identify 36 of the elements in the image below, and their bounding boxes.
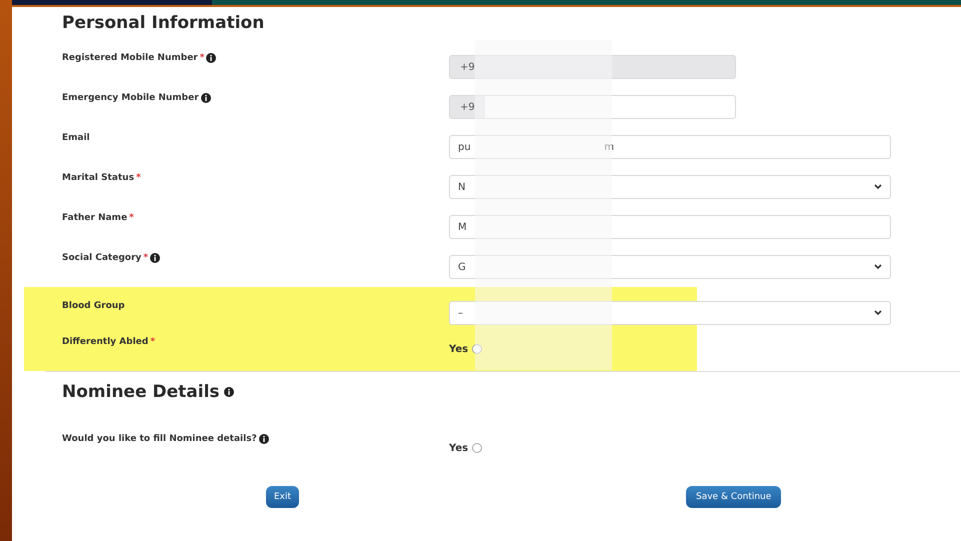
required-mark: *: [150, 337, 156, 347]
select-field[interactable]: –: [449, 301, 891, 325]
info-icon: [224, 387, 234, 397]
field-label: Email: [62, 133, 90, 143]
caret-icon: [874, 264, 882, 270]
field-label: Social Category: [62, 253, 142, 263]
info-icon: [206, 53, 216, 63]
text-field[interactable]: pu m: [449, 135, 891, 159]
radio-label: Yes: [449, 344, 468, 354]
phone-field[interactable]: +9: [449, 95, 736, 119]
field-label: Marital Status: [62, 173, 134, 183]
required-mark: *: [129, 213, 134, 223]
caret-icon: [874, 310, 882, 316]
info-icon: [150, 253, 160, 263]
field-label: Father Name: [62, 213, 128, 223]
exit-button[interactable]: Exit: [266, 486, 300, 508]
section-title: Nominee Details: [62, 382, 220, 402]
field-label: Emergency Mobile Number: [62, 93, 199, 103]
caret-icon: [874, 184, 882, 190]
required-mark: *: [200, 53, 204, 63]
section-title: Personal Information: [62, 13, 264, 33]
required-mark: *: [143, 253, 148, 263]
info-icon: [258, 434, 269, 444]
field-label: Would you like to fill Nominee details?: [62, 434, 257, 444]
field-label: Blood Group: [62, 301, 125, 311]
radio-button[interactable]: [472, 443, 482, 453]
select-field[interactable]: N: [449, 175, 891, 199]
info-icon: [200, 93, 211, 103]
radio-label: Yes: [449, 442, 468, 454]
save-continue-button[interactable]: Save & Continue: [686, 486, 782, 508]
select-field[interactable]: G: [449, 255, 891, 279]
radio-button[interactable]: [472, 344, 482, 354]
required-mark: *: [136, 173, 141, 183]
field-label: Differently Abled: [62, 337, 148, 347]
text-field[interactable]: M: [449, 215, 891, 239]
field-label: Registered Mobile Number: [62, 53, 198, 63]
